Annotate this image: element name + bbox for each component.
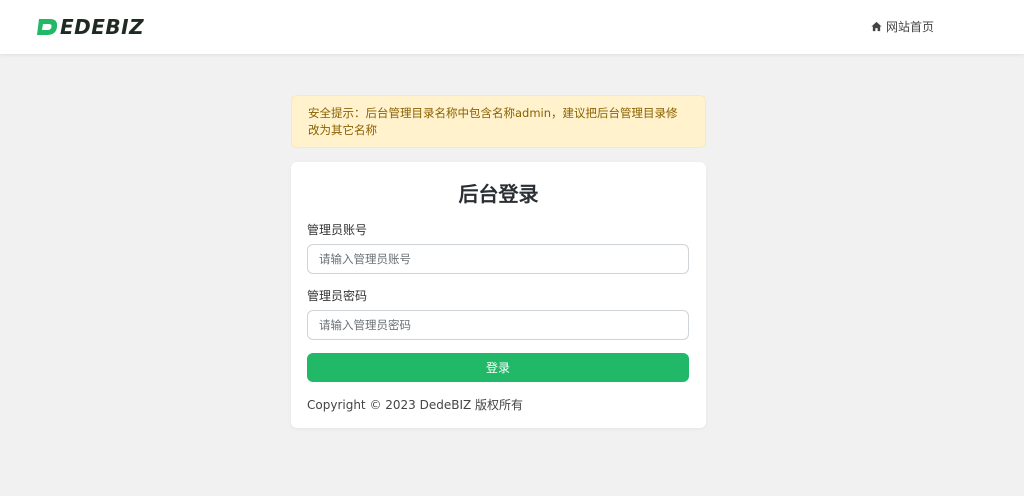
username-label: 管理员账号 [307, 223, 368, 237]
home-link[interactable]: 网站首页 [871, 18, 934, 35]
username-input[interactable] [307, 244, 689, 274]
logo-text: EDEBIZ [60, 15, 145, 39]
home-icon [871, 21, 882, 32]
login-card: 后台登录 管理员账号 管理员密码 登录 Copyright © 2023 Ded… [291, 162, 706, 428]
login-title: 后台登录 [458, 182, 539, 206]
password-input[interactable] [307, 310, 689, 340]
dedebiz-logo[interactable]: EDEBIZ [37, 15, 144, 39]
logo-d-icon [37, 19, 58, 35]
alert-message: 安全提示：后台管理目录名称中包含名称admin，建议把后台管理目录修改为其它名称 [308, 106, 678, 137]
password-group: 管理员密码 [307, 288, 690, 340]
copyright-text: Copyright © 2023 DedeBIZ 版权所有 [307, 398, 524, 412]
top-navbar: EDEBIZ 网站首页 [0, 0, 1024, 54]
password-label: 管理员密码 [307, 289, 368, 303]
home-link-label: 网站首页 [885, 20, 934, 34]
login-button[interactable]: 登录 [307, 353, 689, 382]
security-alert: 安全提示：后台管理目录名称中包含名称admin，建议把后台管理目录修改为其它名称 [291, 95, 706, 148]
username-group: 管理员账号 [307, 222, 690, 274]
